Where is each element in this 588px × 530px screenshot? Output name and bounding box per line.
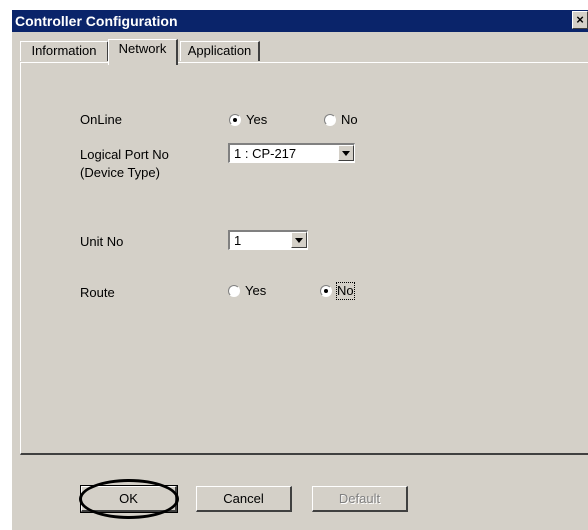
- online-yes-label[interactable]: Yes: [246, 112, 267, 128]
- network-panel: OnLine Yes No Logical Port No (Device Ty…: [20, 62, 588, 455]
- route-no-radio[interactable]: [320, 285, 332, 297]
- cancel-button[interactable]: Cancel: [196, 486, 292, 512]
- chevron-down-icon[interactable]: [291, 232, 307, 248]
- online-label: OnLine: [80, 112, 122, 127]
- title-bar: Controller Configuration ×: [12, 10, 588, 32]
- route-label: Route: [80, 285, 115, 300]
- route-no-dot: [324, 289, 328, 293]
- tab-network[interactable]: Network: [108, 39, 178, 65]
- online-no-radio[interactable]: [324, 114, 336, 126]
- close-button[interactable]: ×: [572, 11, 588, 29]
- tab-information[interactable]: Information: [20, 41, 109, 61]
- logical-port-label: Logical Port No: [80, 147, 169, 162]
- online-yes-dot: [233, 118, 237, 122]
- chevron-down-icon[interactable]: [338, 145, 354, 161]
- online-yes-radio[interactable]: [229, 114, 241, 126]
- ok-button[interactable]: OK: [80, 485, 178, 513]
- device-type-label: (Device Type): [80, 165, 160, 180]
- default-button: Default: [312, 486, 408, 512]
- tab-application[interactable]: Application: [180, 41, 260, 61]
- window-title: Controller Configuration: [15, 13, 178, 29]
- online-no-label[interactable]: No: [341, 112, 358, 128]
- route-yes-label[interactable]: Yes: [245, 283, 266, 299]
- close-icon: ×: [576, 12, 584, 27]
- route-yes-radio[interactable]: [228, 285, 240, 297]
- unit-no-label: Unit No: [80, 234, 124, 249]
- logical-port-select[interactable]: 1 : CP-217: [228, 143, 355, 163]
- unit-no-select[interactable]: 1: [228, 230, 308, 250]
- route-no-label[interactable]: No: [336, 282, 355, 300]
- unit-no-value: 1: [234, 233, 242, 248]
- logical-port-value: 1 : CP-217: [234, 146, 297, 161]
